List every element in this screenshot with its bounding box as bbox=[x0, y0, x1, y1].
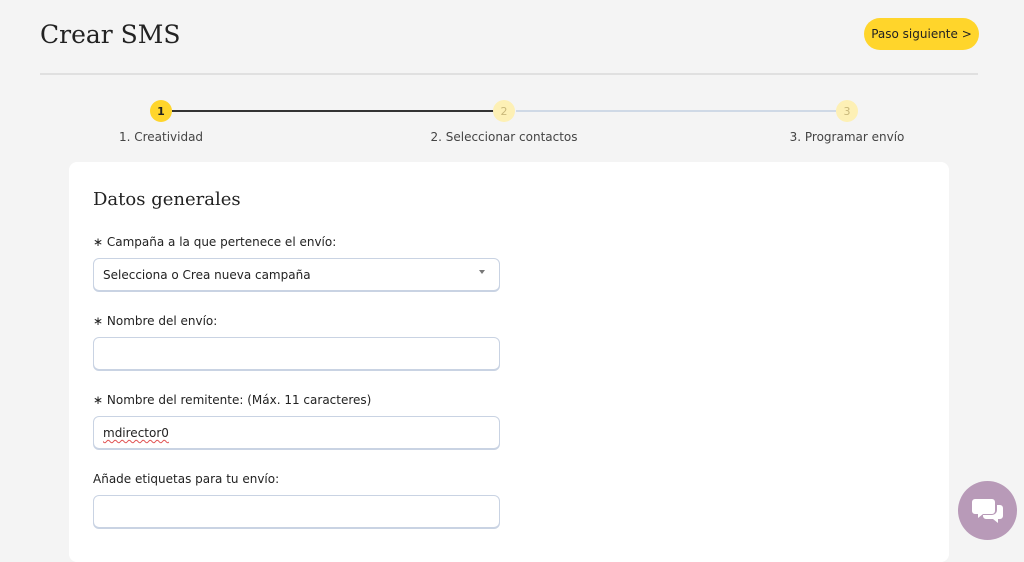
step-3-indicator[interactable]: 3 bbox=[836, 100, 858, 122]
step-connector-1-2 bbox=[172, 110, 494, 112]
sender-name-field-wrapper[interactable]: mdirector0 bbox=[93, 416, 500, 449]
sender-name-label: ∗ Nombre del remitente: (Máx. 11 caracte… bbox=[93, 393, 372, 407]
caret-down-icon bbox=[479, 270, 485, 274]
campaign-select-value: Selecciona o Crea nueva campaña bbox=[103, 268, 311, 282]
page-title: Crear SMS bbox=[40, 20, 181, 49]
send-name-input[interactable] bbox=[94, 338, 499, 369]
sender-name-input[interactable]: mdirector0 bbox=[103, 426, 169, 440]
step-1-indicator[interactable]: 1 bbox=[150, 100, 172, 122]
campaign-label: ∗ Campaña a la que pertenece el envío: bbox=[93, 235, 337, 249]
step-connector-2-3 bbox=[516, 110, 836, 112]
tags-field-wrapper bbox=[93, 495, 500, 528]
campaign-select[interactable]: Selecciona o Crea nueva campaña bbox=[93, 258, 500, 291]
send-name-label: ∗ Nombre del envío: bbox=[93, 314, 218, 328]
step-2-label: 2. Seleccionar contactos bbox=[430, 130, 578, 144]
tags-label: Añade etiquetas para tu envío: bbox=[93, 472, 280, 486]
next-step-button[interactable]: Paso siguiente > bbox=[864, 18, 979, 50]
step-1-label: 1. Creatividad bbox=[118, 130, 204, 144]
step-2-indicator[interactable]: 2 bbox=[493, 100, 515, 122]
send-name-field-wrapper bbox=[93, 337, 500, 370]
step-3-label: 3. Programar envío bbox=[789, 130, 905, 144]
header-divider bbox=[40, 73, 978, 75]
stepper: 1 1. Creatividad 2 2. Seleccionar contac… bbox=[0, 98, 1024, 148]
chat-bubbles-icon bbox=[971, 498, 1003, 523]
tags-input[interactable] bbox=[94, 496, 499, 527]
chat-button[interactable] bbox=[958, 481, 1017, 540]
section-title: Datos generales bbox=[93, 189, 241, 210]
